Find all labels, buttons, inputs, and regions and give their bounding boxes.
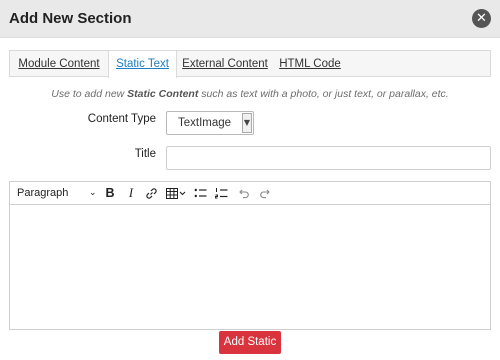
link-button[interactable]: [145, 182, 159, 205]
content-type-label: Content Type: [87, 113, 156, 125]
help-text-emphasis: Static Content: [127, 88, 199, 100]
tab-bar: Module Content Static Text External Cont…: [9, 50, 491, 78]
italic-button[interactable]: I: [124, 182, 138, 205]
rich-text-editor: Paragraph ⌄ B I: [9, 181, 491, 330]
tab-module-content[interactable]: Module Content: [10, 51, 108, 77]
help-text-start: Use to add new: [51, 88, 128, 100]
editor-toolbar: Paragraph ⌄ B I: [10, 182, 490, 205]
help-text: Use to add new Static Content such as te…: [0, 88, 500, 100]
editor-content-area[interactable]: [10, 206, 490, 329]
close-button[interactable]: ✕: [472, 9, 491, 28]
link-icon: [146, 188, 157, 199]
format-value: Paragraph: [17, 187, 69, 199]
chevron-down-icon: ▼: [242, 113, 252, 133]
undo-button[interactable]: [237, 182, 251, 205]
table-button[interactable]: [166, 182, 188, 205]
content-type-value: TextImage: [178, 117, 232, 129]
bold-icon: B: [105, 186, 115, 200]
tab-html-code[interactable]: HTML Code: [273, 51, 347, 77]
help-text-end: such as text with a photo, or just text,…: [198, 88, 449, 100]
chevron-down-icon: ⌄: [89, 188, 97, 198]
tab-static-text[interactable]: Static Text: [108, 51, 177, 78]
redo-button[interactable]: [259, 182, 273, 205]
content-type-select[interactable]: TextImage ▼: [166, 111, 254, 135]
bullet-list-icon: [194, 188, 207, 198]
undo-icon: [239, 189, 249, 199]
title-label: Title: [134, 148, 156, 160]
dialog-header: Add New Section ✕: [0, 0, 500, 38]
format-select[interactable]: Paragraph ⌄: [17, 182, 97, 205]
bold-button[interactable]: B: [103, 182, 117, 205]
close-icon: ✕: [476, 11, 487, 26]
numbered-list-button[interactable]: [215, 182, 229, 205]
tab-external-content[interactable]: External Content: [177, 51, 273, 77]
title-input[interactable]: [166, 146, 491, 170]
redo-icon: [260, 189, 270, 199]
bullet-list-button[interactable]: [194, 182, 208, 205]
numbered-list-icon: [215, 188, 228, 199]
table-icon: [166, 188, 186, 199]
dialog-title: Add New Section: [9, 10, 132, 27]
italic-icon: I: [128, 186, 134, 200]
add-static-button[interactable]: Add Static: [219, 331, 281, 354]
